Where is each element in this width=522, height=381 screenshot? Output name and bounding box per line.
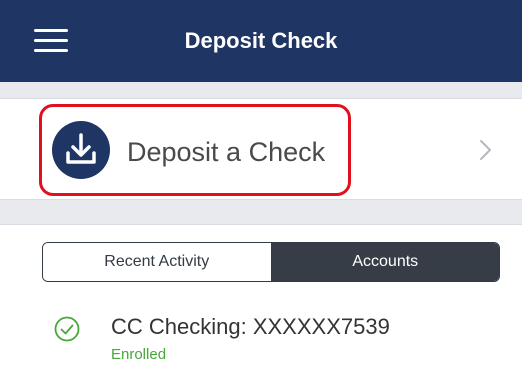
tab-recent-activity[interactable]: Recent Activity — [43, 243, 272, 281]
app-header: Deposit Check — [0, 0, 522, 82]
account-status: Enrolled — [111, 346, 167, 363]
chevron-right-icon[interactable] — [476, 136, 496, 164]
deposit-card: Deposit a Check — [0, 98, 522, 200]
segmented-control: Recent Activity Accounts — [42, 242, 500, 282]
page-title: Deposit Check — [184, 28, 338, 53]
account-name: CC Checking: XXXXXX7539 — [111, 314, 390, 339]
deposit-a-check-label: Deposit a Check — [127, 137, 326, 167]
account-row[interactable]: CC Checking: XXXXXX7539 Enrolled — [0, 309, 522, 369]
activity-card: Recent Activity Accounts CC Checking: XX… — [0, 224, 522, 381]
download-tray-icon — [52, 121, 110, 179]
tab-accounts[interactable]: Accounts — [271, 243, 499, 281]
check-circle-icon — [54, 316, 80, 342]
deposit-a-check-button[interactable]: Deposit a Check — [39, 104, 351, 196]
